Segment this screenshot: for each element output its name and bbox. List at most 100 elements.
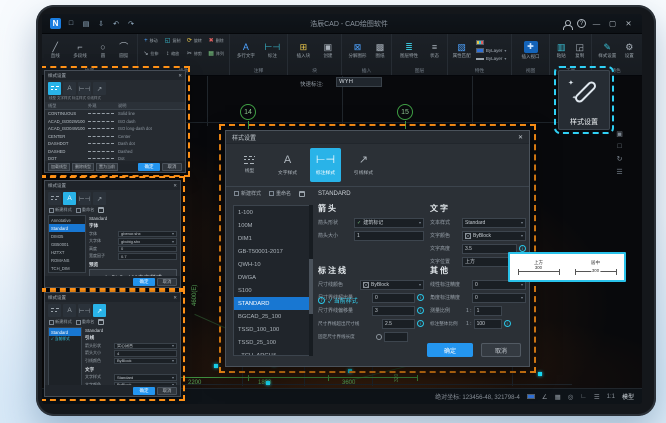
bigfont-dropdown[interactable]: gbcbig.shx▾ [118, 238, 177, 245]
side-tool-icon[interactable]: ↻ [617, 155, 623, 163]
style-list-item[interactable]: TSSD_100_100 [234, 323, 312, 336]
tab-leader-style[interactable]: ↗ [93, 304, 106, 317]
polyline-tool[interactable]: ⌐多段线 [73, 42, 87, 59]
stretch-tool[interactable]: ↘拉伸 [140, 47, 162, 60]
axis-bubble-15[interactable]: 15 [397, 104, 413, 120]
angular-precision-dropdown[interactable]: 0▾ [472, 293, 526, 303]
layer-properties-tool[interactable]: ≣图层特性 [400, 42, 418, 59]
text-style-item[interactable]: Annotative [49, 216, 85, 224]
tab-text-style[interactable]: A [63, 304, 76, 317]
ext-line-extension-input[interactable]: 0 [372, 293, 415, 303]
color-palette[interactable] [476, 39, 507, 46]
fixed-ext-line-toggle[interactable] [376, 334, 382, 340]
ok-button[interactable]: 确定 [427, 343, 473, 357]
delete-style-icon[interactable] [299, 191, 305, 197]
attach-drawing-tool[interactable]: ▩图纸 [376, 42, 385, 59]
tab-linetype[interactable]: 线型 [234, 148, 265, 182]
user-icon[interactable] [562, 19, 572, 29]
font-dropdown[interactable]: gbenor.shx▾ [118, 231, 177, 238]
style-list-item[interactable]: GB-T50001-2017 [234, 245, 312, 258]
leader-arrow-dropdown[interactable]: 实心闭合▾ [114, 343, 177, 350]
tab-text-style[interactable]: A [63, 192, 76, 205]
tab-leader-style[interactable]: ↗引线样式 [348, 148, 379, 182]
tab-text-style[interactable]: A文字样式 [272, 148, 303, 182]
tab-linetype[interactable] [48, 82, 61, 95]
load-linetype-button[interactable]: 加载线型 [48, 163, 70, 171]
leader-arrow-size-input[interactable]: 4 [114, 350, 177, 357]
grid-icon[interactable]: ▦ [555, 393, 561, 401]
create-block-tool[interactable]: ▣创建 [323, 42, 332, 59]
tab-dimension-style[interactable]: ⊢⊣ [78, 192, 91, 205]
tab-text-style[interactable]: A [63, 82, 76, 95]
leader-color-dropdown[interactable]: ByBlock▾ [114, 358, 177, 365]
copy-clip-tool[interactable]: ◲复制 [575, 42, 584, 59]
style-list-item[interactable]: QWH-10 [234, 258, 312, 271]
scale-indicator[interactable]: 1:1 [607, 394, 615, 400]
grip-point[interactable] [214, 364, 218, 368]
text-style-dropdown[interactable]: Standard▾ [462, 218, 526, 228]
style-list-item[interactable]: 100M [234, 219, 312, 232]
tab-dimension-style[interactable]: ⊢⊣ [78, 304, 91, 317]
explode-tool[interactable]: ⊠分解图形 [349, 42, 367, 59]
tab-leader-style[interactable]: ↗ [93, 82, 106, 95]
arrow-size-input[interactable]: 1 [354, 231, 424, 241]
cancel-button[interactable]: 取消 [162, 163, 182, 171]
ok-button[interactable]: 确定 [133, 278, 155, 286]
arrow-shape-dropdown[interactable]: ✓建筑标记▾ [354, 218, 424, 228]
tab-dimension-style[interactable]: ⊢⊣标注样式 [310, 148, 341, 182]
paste-tool[interactable]: ▥粘贴 [557, 42, 566, 59]
text-style-item[interactable]: Standard [49, 224, 85, 232]
array-tool[interactable]: ▦阵列 [205, 47, 227, 60]
mtext-tool[interactable]: A多行文字 [237, 42, 255, 59]
cancel-button[interactable]: 取消 [157, 387, 177, 395]
style-list-item[interactable]: TSSD_25_100 [234, 336, 312, 349]
panel-close-icon[interactable]: ✕ [178, 73, 182, 79]
set-current-button[interactable]: 置为当前 [96, 163, 118, 171]
rename-style-button[interactable]: 重命名 [76, 207, 95, 213]
new-style-button[interactable]: 新建样式 [49, 207, 72, 213]
model-tab[interactable]: 模型 [622, 392, 634, 401]
style-list-item[interactable]: DWGA [234, 271, 312, 284]
style-list-item[interactable]: _TCH_ARCH& [234, 349, 312, 356]
open-file-icon[interactable]: ▤ [81, 20, 91, 28]
width-factor-input[interactable]: 0.7 [118, 253, 177, 260]
style-settings-callout-tile[interactable]: ✦ ✦ 样式设置 [558, 70, 610, 130]
settings-tool[interactable]: ⚙设置 [625, 42, 634, 59]
delete-style-icon[interactable] [98, 319, 104, 325]
maximize-button[interactable]: ▢ [607, 19, 618, 28]
grip-point[interactable] [266, 381, 270, 385]
ext-beyond-dimline-input[interactable]: 2.5 [382, 319, 415, 329]
undo-icon[interactable]: ↶ [111, 20, 121, 28]
cancel-button[interactable]: 取消 [157, 278, 177, 286]
linetype-row[interactable]: CENTERCenter [45, 133, 185, 141]
color-bylayer-dropdown[interactable]: ByLayer▾ [476, 47, 507, 54]
save-icon[interactable]: ⇩ [96, 20, 106, 28]
cancel-button[interactable]: 取消 [481, 343, 521, 357]
new-file-icon[interactable]: □ [66, 20, 76, 27]
linetype-row[interactable]: ACAD_ISO02W100ISO dash [45, 118, 185, 126]
trim-tool[interactable]: ✂修剪 [184, 47, 206, 60]
side-tool-icon[interactable]: □ [617, 143, 621, 150]
ok-button[interactable]: 确定 [133, 387, 155, 395]
arc-tool[interactable]: ⌒圆弧 [119, 42, 128, 59]
leader-style-list[interactable]: Standard ✓ 当前样式 [48, 327, 82, 389]
axis-bubble-14[interactable]: 14 [240, 104, 256, 120]
app-logo[interactable]: N [50, 18, 61, 29]
style-list-item[interactable]: S100 [234, 284, 312, 297]
ext-line-offset-input[interactable]: 3 [372, 306, 415, 316]
text-style-item[interactable]: DIM35 [49, 232, 85, 240]
insert-block-tool[interactable]: ⊞插入块 [297, 42, 311, 59]
text-style-item[interactable]: TCH_DIM [49, 264, 85, 272]
dialog-close-icon[interactable]: ✕ [518, 134, 523, 141]
text-color-dropdown[interactable]: ByBlock▾ [462, 231, 526, 241]
tab-linetype[interactable] [48, 304, 61, 317]
grip-point[interactable] [538, 372, 542, 376]
new-style-button[interactable]: 新建样式 [234, 190, 261, 197]
layer-state-tool[interactable]: ≡状态 [430, 42, 439, 59]
style-list[interactable]: 1-100100MDIM1GB-T50001-2017QWH-10DWGAS10… [233, 205, 313, 356]
style-list-item[interactable]: 1-100 [234, 206, 312, 219]
linetype-row[interactable]: ACAD_ISO04W100ISO long-dash dot [45, 125, 185, 133]
close-button[interactable]: ✕ [623, 19, 634, 28]
ortho-icon[interactable]: ∟ [580, 393, 586, 400]
redo-icon[interactable]: ↷ [126, 20, 136, 28]
